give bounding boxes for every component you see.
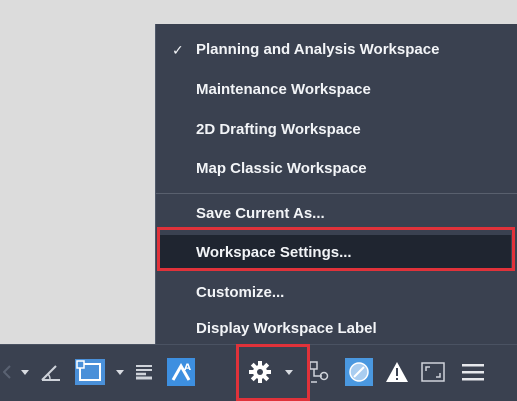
units-icon[interactable] [305, 357, 333, 387]
status-bar: A [0, 344, 517, 401]
caret-down-icon[interactable] [18, 357, 32, 387]
caret-down-icon[interactable] [282, 357, 296, 387]
menu-item-maintenance-workspace[interactable]: Maintenance Workspace [156, 72, 517, 108]
menu-item-label: Display Workspace Label [196, 320, 377, 337]
warning-icon[interactable] [382, 357, 412, 387]
menu-item-map-classic-workspace[interactable]: Map Classic Workspace [156, 151, 517, 187]
polar-angle-icon[interactable] [36, 357, 66, 387]
isolate-objects-icon[interactable] [342, 357, 376, 387]
menu-divider [156, 193, 517, 194]
menu-item-label: Map Classic Workspace [196, 160, 367, 177]
menu-item-label: Workspace Settings... [196, 244, 352, 261]
annotation-scale-icon[interactable]: A [164, 357, 198, 387]
svg-text:A: A [184, 363, 191, 373]
application-canvas: ✓ Planning and Analysis Workspace Mainte… [0, 0, 517, 401]
workspace-gear-icon[interactable] [244, 357, 276, 387]
menu-item-label: Planning and Analysis Workspace [196, 41, 440, 58]
menu-item-planning-analysis-workspace[interactable]: ✓ Planning and Analysis Workspace [156, 32, 517, 68]
menu-item-customize[interactable]: Customize... [156, 275, 517, 311]
object-snap-icon[interactable] [70, 357, 110, 387]
menu-item-2d-drafting-workspace[interactable]: 2D Drafting Workspace [156, 112, 517, 148]
menu-item-label: Customize... [196, 284, 285, 301]
menu-item-label: Maintenance Workspace [196, 81, 371, 98]
menu-item-save-current-as[interactable]: Save Current As... [156, 196, 517, 232]
menu-item-display-workspace-label[interactable]: Display Workspace Label [156, 314, 517, 344]
menu-item-label: Save Current As... [196, 205, 325, 222]
menu-item-label: 2D Drafting Workspace [196, 121, 361, 138]
scroll-left-icon[interactable] [2, 357, 12, 387]
workspace-menu: ✓ Planning and Analysis Workspace Mainte… [155, 24, 517, 344]
checkmark-icon: ✓ [172, 42, 184, 58]
fullscreen-icon[interactable] [418, 357, 448, 387]
menu-item-workspace-settings[interactable]: Workspace Settings... [160, 235, 511, 271]
lineweight-icon[interactable] [130, 357, 158, 387]
hamburger-menu-icon[interactable] [458, 357, 488, 387]
caret-down-icon[interactable] [113, 357, 127, 387]
